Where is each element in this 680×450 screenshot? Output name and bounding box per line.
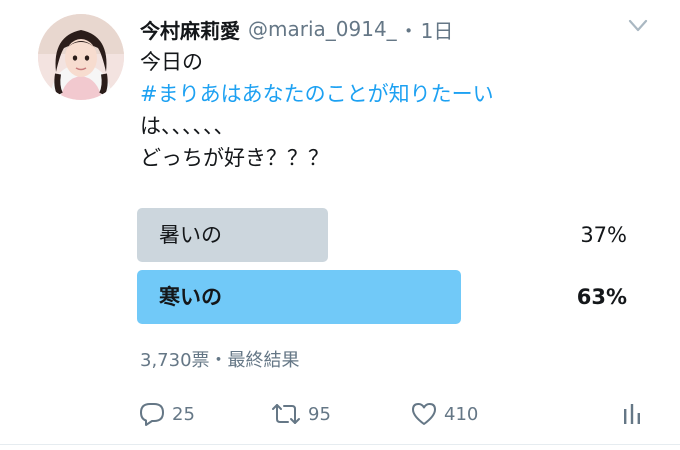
poll-option: 暑いの 37% [137, 208, 637, 262]
analytics-icon [622, 401, 642, 427]
tweet-text-line: どっちが好き？？？ [140, 146, 329, 170]
retweet-button[interactable]: 95 [270, 396, 331, 432]
display-name[interactable]: 今村麻莉愛 [140, 15, 240, 44]
hashtag-link[interactable]: #まりあはあなたのことが知りたーい [140, 78, 494, 110]
poll-option-percent: 37% [580, 223, 627, 247]
poll-option-label: 寒いの [159, 285, 222, 309]
tweet-header: 今村麻莉愛 @maria_0914_ ・ 1日 [140, 14, 453, 44]
tweet-text-line: 今日の [140, 50, 203, 74]
poll-option: 寒いの 63% [137, 270, 637, 324]
chevron-down-icon[interactable] [628, 18, 648, 34]
retweet-icon [270, 402, 302, 426]
avatar[interactable] [38, 14, 124, 100]
header-separator: ・ [398, 18, 419, 43]
like-button[interactable]: 410 [410, 396, 478, 432]
tweet-text: 今日の #まりあはあなたのことが知りたーい は、、、、、、 どっちが好き？？？ [140, 46, 494, 174]
divider [0, 444, 680, 445]
poll: 暑いの 37% 寒いの 63% [137, 208, 637, 332]
user-handle[interactable]: @maria_0914_ [248, 17, 397, 41]
tweet-actions: 25 95 410 [140, 396, 650, 432]
reply-button[interactable]: 25 [138, 396, 195, 432]
reply-icon [138, 401, 166, 427]
reply-count: 25 [172, 403, 195, 425]
tweet-text-line: は、、、、、、 [140, 114, 235, 138]
retweet-count: 95 [308, 403, 331, 425]
analytics-button[interactable] [622, 396, 642, 432]
like-icon [410, 401, 438, 427]
poll-option-label: 暑いの [159, 223, 222, 247]
avatar-image [38, 14, 124, 100]
poll-vote-summary: 3,730票・最終結果 [140, 350, 300, 371]
tweet-timestamp[interactable]: 1日 [421, 15, 454, 44]
like-count: 410 [444, 403, 479, 425]
poll-option-percent: 63% [576, 285, 627, 309]
